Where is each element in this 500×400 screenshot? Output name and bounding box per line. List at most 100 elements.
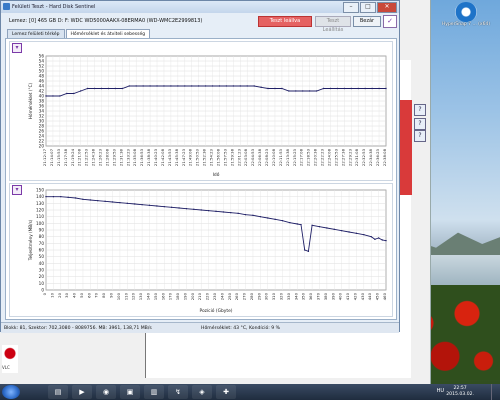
data-point xyxy=(377,237,380,239)
data-point xyxy=(307,250,310,253)
x-tick-label: 21:31:38 xyxy=(118,148,123,166)
x-tick-label: 90 xyxy=(109,292,114,297)
x-tick-label: 140 xyxy=(145,292,150,300)
data-point xyxy=(86,87,89,90)
chart-options-icon[interactable]: ▾ xyxy=(12,43,22,53)
data-point xyxy=(237,212,239,215)
hard-disk-sentinel-icon[interactable]: ◈ xyxy=(192,385,212,399)
x-tick-label: 21:56:08 xyxy=(215,148,220,166)
x-tick-label: 21:42:08 xyxy=(160,148,165,166)
tools-icon[interactable]: ✚ xyxy=(216,385,236,399)
data-point xyxy=(74,197,77,199)
data-point xyxy=(244,213,247,216)
data-point xyxy=(222,211,225,213)
hypersnap-icon xyxy=(455,2,477,22)
x-axis-label: Idő xyxy=(213,172,220,178)
title-bar[interactable]: Felületi Teszt - Hard Disk Sentinel – □ … xyxy=(1,1,399,13)
data-point xyxy=(295,90,297,92)
help-icon[interactable]: ? xyxy=(414,118,426,130)
x-tick-label: 330 xyxy=(286,292,291,300)
data-point xyxy=(197,85,200,87)
stop-test-button[interactable]: Teszt Leállítás xyxy=(315,16,351,33)
clock[interactable]: 22:57 2015.03.02. xyxy=(446,386,474,398)
data-point xyxy=(141,203,143,206)
x-tick-label: 320 xyxy=(279,292,284,300)
data-point xyxy=(156,85,158,87)
data-point xyxy=(357,87,359,90)
data-point xyxy=(252,214,254,217)
x-tick-label: 22:38:08 xyxy=(382,148,387,166)
x-tick-label: 21:17:38 xyxy=(63,148,68,166)
y-axis-label: Teljesítmény (MB/s) xyxy=(28,219,33,261)
data-point xyxy=(170,85,172,87)
x-tick-label: 22:15:23 xyxy=(292,148,297,166)
data-point xyxy=(218,85,221,87)
data-point xyxy=(133,203,136,205)
drive-selector[interactable]: [0] 465 GB D: F: WDC WD5000AAKX-08ERMA0 … xyxy=(29,18,202,24)
show-desktop-button[interactable] xyxy=(491,384,500,400)
x-tick-label: 21:14:07 xyxy=(49,148,54,166)
data-point xyxy=(119,201,121,204)
data-point xyxy=(281,219,284,222)
x-tick-label: 21:19:24 xyxy=(70,148,75,166)
x-tick-label: 130 xyxy=(138,292,143,300)
data-point xyxy=(67,196,69,199)
minimize-button[interactable]: – xyxy=(343,2,359,13)
data-point xyxy=(97,199,99,202)
y-tick-label: 50 xyxy=(39,254,45,259)
data-point xyxy=(300,223,302,226)
x-tick-label: 21:35:08 xyxy=(132,148,137,166)
data-point xyxy=(308,90,311,92)
x-tick-label: 21:12:17 xyxy=(42,148,47,166)
x-tick-label: 420 xyxy=(352,292,357,300)
data-point xyxy=(370,235,372,238)
data-point xyxy=(267,87,269,90)
data-point xyxy=(288,90,290,92)
tray-language[interactable]: HU xyxy=(437,388,444,394)
data-point xyxy=(302,90,304,92)
document-icon[interactable]: ▥ xyxy=(144,385,164,399)
data-point xyxy=(253,85,255,87)
chart-options-icon[interactable]: ▾ xyxy=(12,185,22,195)
temperature-chart: 20222426283032343638404244464850525456 21… xyxy=(28,54,387,179)
data-point xyxy=(148,204,151,207)
data-point xyxy=(318,225,321,228)
close-button[interactable]: Bezár xyxy=(353,16,381,27)
help-icon[interactable]: ? xyxy=(414,104,426,116)
desktop-side-icon[interactable]: VLC xyxy=(2,345,18,373)
close-window-button[interactable]: ✕ xyxy=(377,2,397,13)
data-point xyxy=(207,209,210,212)
x-tick-label: 21:36:53 xyxy=(139,148,144,166)
data-point xyxy=(211,85,214,87)
data-point xyxy=(355,232,358,235)
data-point xyxy=(371,87,373,90)
x-tick-label: 21:15:53 xyxy=(56,148,61,166)
desktop-shortcut[interactable]: HyperSnap 7 ... (x64) xyxy=(436,2,496,36)
maximize-button[interactable]: □ xyxy=(360,2,376,13)
tab-panel: ▾ 20 22 24 26 28 30 32 34 36 38 40 42 44 46 48 50 52 54 56… xyxy=(5,38,397,320)
x-tick-label: 180 xyxy=(175,292,180,300)
status-bar: Blokk: 81, Szektor: 702,3080 - 8089756. … xyxy=(1,322,399,333)
video-icon[interactable]: ▣ xyxy=(120,385,140,399)
y-tick-label: 120 xyxy=(36,208,44,213)
x-tick-label: 22:10:08 xyxy=(271,148,276,166)
x-tick-label: 20 xyxy=(57,292,62,297)
chrome-icon[interactable]: ◉ xyxy=(96,385,116,399)
chart-toggle-icon[interactable]: ✓ xyxy=(383,15,397,28)
surface-test-window: Felületi Teszt - Hard Disk Sentinel – □ … xyxy=(0,0,400,333)
test-status-button[interactable]: Teszt leállva xyxy=(258,16,312,27)
x-tick-label: 290 xyxy=(256,292,261,300)
file-explorer-icon[interactable]: ▤ xyxy=(48,385,68,399)
data-point xyxy=(121,87,124,90)
x-tick-label: 350 xyxy=(301,292,306,300)
media-player-icon[interactable]: ▶ xyxy=(72,385,92,399)
x-tick-label: 280 xyxy=(249,292,254,300)
taskbar: ▤ ▶ ◉ ▣ ▥ ↯ ◈ ✚ HU 22:57 2015.03.02. xyxy=(0,384,500,400)
y-tick-label: 36 xyxy=(39,104,45,109)
data-point xyxy=(45,195,47,198)
y-tick-label: 54 xyxy=(39,59,45,64)
help-icon[interactable]: ? xyxy=(414,130,426,142)
torrent-icon[interactable]: ↯ xyxy=(168,385,188,399)
start-button[interactable] xyxy=(2,385,20,399)
y-tick-label: 34 xyxy=(39,109,45,114)
